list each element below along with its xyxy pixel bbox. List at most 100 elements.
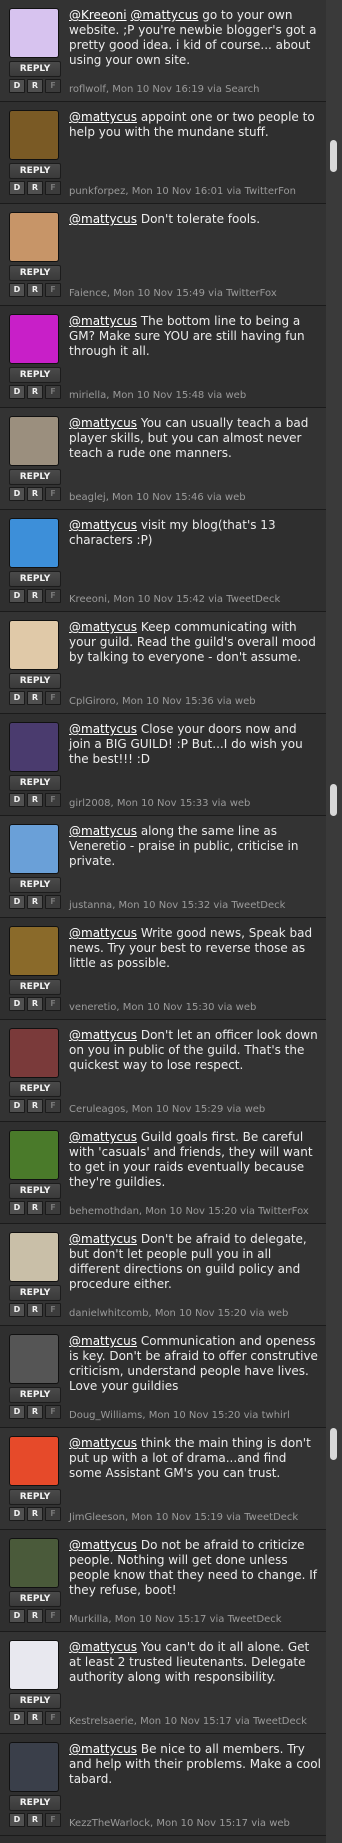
favorite-button[interactable]: F <box>45 1201 61 1215</box>
tweet-username[interactable]: Kreeoni <box>69 594 107 605</box>
tweet-username[interactable]: miriella <box>69 390 106 401</box>
reply-button[interactable]: REPLY <box>9 265 61 281</box>
user-avatar[interactable] <box>10 417 58 465</box>
favorite-button[interactable]: F <box>45 487 61 501</box>
reply-button[interactable]: REPLY <box>9 673 61 689</box>
user-avatar[interactable] <box>10 1437 58 1485</box>
reply-button[interactable]: REPLY <box>9 1489 61 1505</box>
reply-button[interactable]: REPLY <box>9 367 61 383</box>
favorite-button[interactable]: F <box>45 1609 61 1623</box>
retweet-button[interactable]: R <box>27 79 43 93</box>
dm-button[interactable]: D <box>9 1609 25 1623</box>
mention-link[interactable]: @Kreeoni <box>69 8 127 22</box>
favorite-button[interactable]: F <box>45 793 61 807</box>
tweet-username[interactable]: justanna <box>69 900 112 911</box>
dm-button[interactable]: D <box>9 997 25 1011</box>
mention-link[interactable]: @mattycus <box>69 1640 137 1654</box>
retweet-button[interactable]: R <box>27 1507 43 1521</box>
dm-button[interactable]: D <box>9 1099 25 1113</box>
dm-button[interactable]: D <box>9 1303 25 1317</box>
tweet-username[interactable]: beaglej <box>69 492 106 503</box>
tweet-username[interactable]: Kestrelsaerie <box>69 1716 134 1727</box>
reply-button[interactable]: REPLY <box>9 1591 61 1607</box>
mention-link[interactable]: @mattycus <box>69 212 137 226</box>
user-avatar[interactable] <box>10 111 58 159</box>
retweet-button[interactable]: R <box>27 181 43 195</box>
retweet-button[interactable]: R <box>27 793 43 807</box>
scrollbar-thumb[interactable] <box>330 784 337 816</box>
user-avatar[interactable] <box>10 519 58 567</box>
dm-button[interactable]: D <box>9 181 25 195</box>
mention-link[interactable]: @mattycus <box>130 8 198 22</box>
tweet-username[interactable]: Ceruleagos <box>69 1104 125 1115</box>
favorite-button[interactable]: F <box>45 1303 61 1317</box>
user-avatar[interactable] <box>10 315 58 363</box>
tweet-username[interactable]: roflwolf <box>69 84 106 95</box>
retweet-button[interactable]: R <box>27 1405 43 1419</box>
dm-button[interactable]: D <box>9 1201 25 1215</box>
favorite-button[interactable]: F <box>45 79 61 93</box>
tweet-username[interactable]: girl2008 <box>69 798 110 809</box>
mention-link[interactable]: @mattycus <box>69 926 137 940</box>
user-avatar[interactable] <box>10 1743 58 1791</box>
mention-link[interactable]: @mattycus <box>69 1232 137 1246</box>
retweet-button[interactable]: R <box>27 1099 43 1113</box>
reply-button[interactable]: REPLY <box>9 163 61 179</box>
mention-link[interactable]: @mattycus <box>69 1130 137 1144</box>
mention-link[interactable]: @mattycus <box>69 1334 137 1348</box>
dm-button[interactable]: D <box>9 1507 25 1521</box>
reply-button[interactable]: REPLY <box>9 1183 61 1199</box>
dm-button[interactable]: D <box>9 691 25 705</box>
mention-link[interactable]: @mattycus <box>69 824 137 838</box>
favorite-button[interactable]: F <box>45 283 61 297</box>
user-avatar[interactable] <box>10 927 58 975</box>
reply-button[interactable]: REPLY <box>9 469 61 485</box>
tweet-username[interactable]: Murkilla <box>69 1614 108 1625</box>
user-avatar[interactable] <box>10 213 58 261</box>
favorite-button[interactable]: F <box>45 691 61 705</box>
retweet-button[interactable]: R <box>27 1609 43 1623</box>
retweet-button[interactable]: R <box>27 1711 43 1725</box>
mention-link[interactable]: @mattycus <box>69 1028 137 1042</box>
retweet-button[interactable]: R <box>27 691 43 705</box>
reply-button[interactable]: REPLY <box>9 979 61 995</box>
mention-link[interactable]: @mattycus <box>69 1538 137 1552</box>
favorite-button[interactable]: F <box>45 1099 61 1113</box>
dm-button[interactable]: D <box>9 793 25 807</box>
mention-link[interactable]: @mattycus <box>69 1742 137 1756</box>
dm-button[interactable]: D <box>9 1813 25 1827</box>
user-avatar[interactable] <box>10 1335 58 1383</box>
reply-button[interactable]: REPLY <box>9 571 61 587</box>
mention-link[interactable]: @mattycus <box>69 416 137 430</box>
retweet-button[interactable]: R <box>27 997 43 1011</box>
retweet-button[interactable]: R <box>27 283 43 297</box>
mention-link[interactable]: @mattycus <box>69 620 137 634</box>
favorite-button[interactable]: F <box>45 1405 61 1419</box>
tweet-username[interactable]: CplGiroro <box>69 696 116 707</box>
dm-button[interactable]: D <box>9 79 25 93</box>
user-avatar[interactable] <box>10 1641 58 1689</box>
favorite-button[interactable]: F <box>45 997 61 1011</box>
user-avatar[interactable] <box>10 1131 58 1179</box>
retweet-button[interactable]: R <box>27 487 43 501</box>
reply-button[interactable]: REPLY <box>9 1795 61 1811</box>
user-avatar[interactable] <box>10 1539 58 1587</box>
favorite-button[interactable]: F <box>45 895 61 909</box>
tweet-username[interactable]: punkforpez <box>69 186 125 197</box>
retweet-button[interactable]: R <box>27 1303 43 1317</box>
tweet-username[interactable]: veneretio <box>69 1002 116 1013</box>
user-avatar[interactable] <box>10 1029 58 1077</box>
user-avatar[interactable] <box>10 1233 58 1281</box>
scrollbar-thumb[interactable] <box>330 140 337 172</box>
reply-button[interactable]: REPLY <box>9 1387 61 1403</box>
mention-link[interactable]: @mattycus <box>69 314 137 328</box>
tweet-username[interactable]: behemothdan <box>69 1206 139 1217</box>
favorite-button[interactable]: F <box>45 385 61 399</box>
dm-button[interactable]: D <box>9 385 25 399</box>
tweet-username[interactable]: danielwhitcomb <box>69 1308 148 1319</box>
retweet-button[interactable]: R <box>27 895 43 909</box>
reply-button[interactable]: REPLY <box>9 877 61 893</box>
mention-link[interactable]: @mattycus <box>69 518 137 532</box>
reply-button[interactable]: REPLY <box>9 1285 61 1301</box>
scrollbar-track[interactable] <box>326 0 342 1843</box>
